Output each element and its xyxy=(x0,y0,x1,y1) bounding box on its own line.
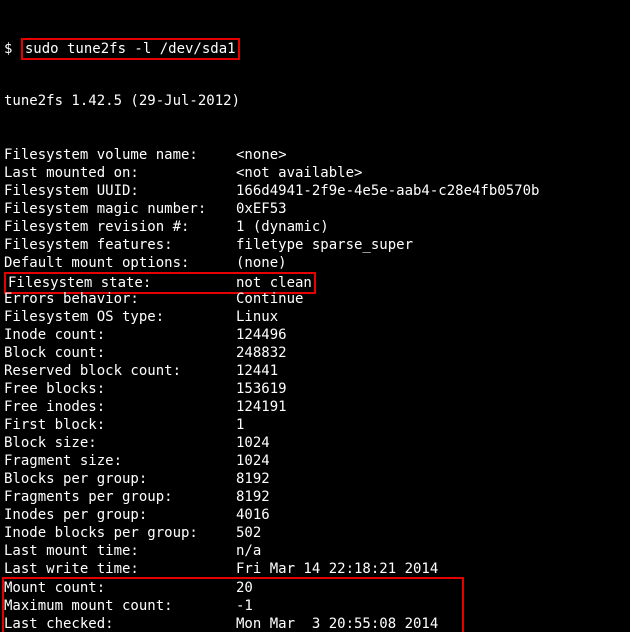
command-highlight: sudo tune2fs -l /dev/sda1 xyxy=(21,38,240,60)
command-line: $ sudo tune2fs -l /dev/sda1 xyxy=(4,38,626,56)
output-row: Default mount options:(none) xyxy=(4,254,626,272)
output-key: Last mounted on: xyxy=(4,164,236,182)
output-key: Filesystem UUID: xyxy=(4,182,236,200)
output-key: Reserved block count: xyxy=(4,362,236,380)
output-value: Continue xyxy=(236,290,303,308)
output-row: Last mounted on:<not available> xyxy=(4,164,626,182)
output-row: Last checked:Mon Mar 3 20:55:08 2014 xyxy=(4,615,462,632)
output-value: 1024 xyxy=(236,452,270,470)
output-row: Filesystem volume name:<none> xyxy=(4,146,626,164)
output-value: 248832 xyxy=(236,344,287,362)
output-row: Filesystem revision #:1 (dynamic) xyxy=(4,218,626,236)
output-key: Block count: xyxy=(4,344,236,362)
output-value: 4016 xyxy=(236,506,270,524)
output-key: Blocks per group: xyxy=(4,470,236,488)
output-key: Filesystem volume name: xyxy=(4,146,236,164)
output-row: Free inodes:124191 xyxy=(4,398,626,416)
output-key: Inode blocks per group: xyxy=(4,524,236,542)
output-row: Filesystem UUID:166d4941-2f9e-4e5e-aab4-… xyxy=(4,182,626,200)
output-row: Filesystem state:not clean xyxy=(4,272,626,290)
output-value: 0xEF53 xyxy=(236,200,287,218)
output-value: 153619 xyxy=(236,380,287,398)
output-key: Filesystem features: xyxy=(4,236,236,254)
output-row: Blocks per group:8192 xyxy=(4,470,626,488)
output-key: Filesystem OS type: xyxy=(4,308,236,326)
output-key: Default mount options: xyxy=(4,254,236,272)
output-row: Filesystem OS type:Linux xyxy=(4,308,626,326)
output-value: 12441 xyxy=(236,362,278,380)
output-value: 124191 xyxy=(236,398,287,416)
output-value: 20 xyxy=(236,579,253,597)
output-key: Filesystem revision #: xyxy=(4,218,236,236)
output-value: <none> xyxy=(236,146,287,164)
prompt: $ xyxy=(4,41,21,57)
output-value: -1 xyxy=(236,597,253,615)
output-value: Mon Mar 3 20:55:08 2014 xyxy=(236,615,438,632)
output-value: 8192 xyxy=(236,488,270,506)
output-row: Fragments per group:8192 xyxy=(4,488,626,506)
output-row: Inode blocks per group:502 xyxy=(4,524,626,542)
output-key: Free blocks: xyxy=(4,380,236,398)
output-key: Maximum mount count: xyxy=(4,597,236,615)
output-key: Free inodes: xyxy=(4,398,236,416)
output-key: First block: xyxy=(4,416,236,434)
output-value: 166d4941-2f9e-4e5e-aab4-c28e4fb0570b xyxy=(236,182,539,200)
output-value: Linux xyxy=(236,308,278,326)
output-key: Fragment size: xyxy=(4,452,236,470)
output-row: First block:1 xyxy=(4,416,626,434)
output-row: Filesystem features:filetype sparse_supe… xyxy=(4,236,626,254)
output-row: Last write time:Fri Mar 14 22:18:21 2014 xyxy=(4,560,626,578)
output-row: Inode count:124496 xyxy=(4,326,626,344)
output-value: 1 xyxy=(236,416,244,434)
output-key: Mount count: xyxy=(4,579,236,597)
output-value: n/a xyxy=(236,542,261,560)
output-value: 1 (dynamic) xyxy=(236,218,329,236)
output-row: Reserved block count:12441 xyxy=(4,362,626,380)
output-value: <not available> xyxy=(236,164,362,182)
output-key: Inodes per group: xyxy=(4,506,236,524)
output-row: Last mount time:n/a xyxy=(4,542,626,560)
output-value: 502 xyxy=(236,524,261,542)
output-value: filetype sparse_super xyxy=(236,236,413,254)
output-key: Fragments per group: xyxy=(4,488,236,506)
output-key: Last mount time: xyxy=(4,542,236,560)
output-row: Maximum mount count:-1 xyxy=(4,597,462,615)
output-row: Mount count:20 xyxy=(4,579,462,597)
highlight-block: Mount count:20Maximum mount count:-1Last… xyxy=(2,577,464,632)
output-key: Block size: xyxy=(4,434,236,452)
output-row: Free blocks:153619 xyxy=(4,380,626,398)
output-value: 124496 xyxy=(236,326,287,344)
output-key: Errors behavior: xyxy=(4,290,236,308)
output-row: Fragment size:1024 xyxy=(4,452,626,470)
output-key: Filesystem magic number: xyxy=(4,200,236,218)
output-value: (none) xyxy=(236,254,287,272)
output-row: Block size:1024 xyxy=(4,434,626,452)
output-row: Block count:248832 xyxy=(4,344,626,362)
version-line: tune2fs 1.42.5 (29-Jul-2012) xyxy=(4,92,626,110)
output-key: Last write time: xyxy=(4,560,236,578)
output-row: Inodes per group:4016 xyxy=(4,506,626,524)
output-key: Inode count: xyxy=(4,326,236,344)
output-value: 1024 xyxy=(236,434,270,452)
output-value: 8192 xyxy=(236,470,270,488)
output-key: Last checked: xyxy=(4,615,236,632)
terminal-output[interactable]: $ sudo tune2fs -l /dev/sda1 tune2fs 1.42… xyxy=(0,0,630,632)
output-row: Filesystem magic number:0xEF53 xyxy=(4,200,626,218)
output-value: Fri Mar 14 22:18:21 2014 xyxy=(236,560,438,578)
